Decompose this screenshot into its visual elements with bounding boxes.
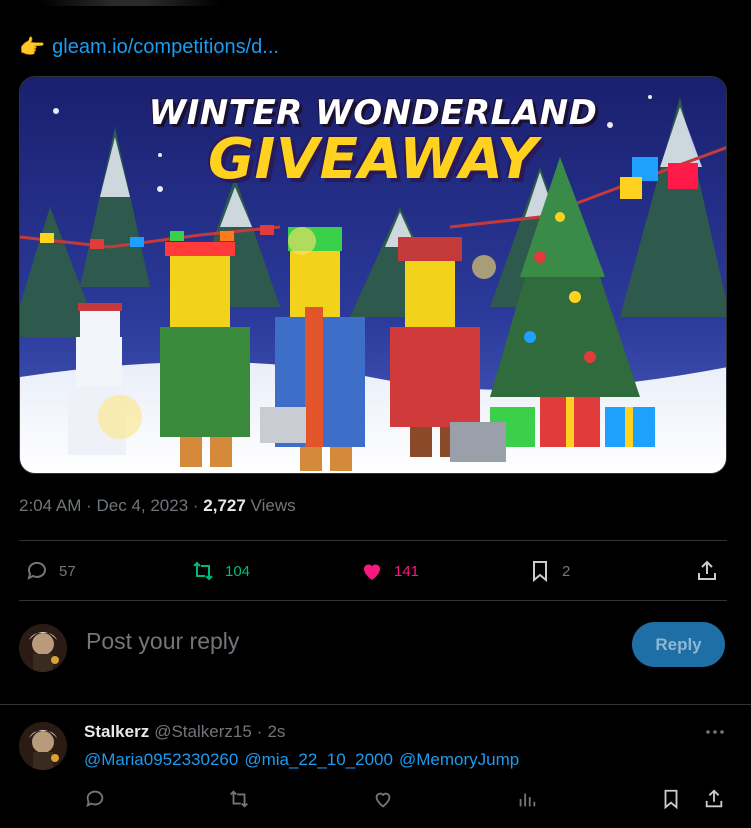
mention-link[interactable]: @mia_22_10_2000 <box>244 750 393 770</box>
pointing-hand-emoji: 👉 <box>19 35 46 59</box>
views-label: Views <box>245 496 296 515</box>
more-icon <box>706 730 724 734</box>
giveaway-title-line2: GIVEAWAY <box>208 127 538 192</box>
like-count: 141 <box>394 562 420 580</box>
reply-input[interactable]: Post your reply <box>86 628 239 655</box>
tweet-meta: 2:04 AM · Dec 4, 2023 · 2,727 Views <box>19 496 296 516</box>
reply-count: 57 <box>59 562 76 580</box>
top-fade <box>40 0 220 6</box>
reply-analytics-button[interactable] <box>516 788 540 812</box>
heart-icon <box>375 792 391 808</box>
repost-button[interactable]: 104 <box>191 552 250 590</box>
reply-author-line: Stalkerz @Stalkerz15 · 2s <box>84 722 285 742</box>
reply-action-bar <box>84 788 729 814</box>
views-count: 2,727 <box>203 496 246 515</box>
reply-author-name[interactable]: Stalkerz <box>84 722 149 742</box>
reply-share-button[interactable] <box>703 788 727 812</box>
more-button[interactable] <box>703 720 727 744</box>
reply-icon <box>27 561 46 580</box>
bookmark-icon <box>664 789 678 810</box>
reply-submit-button[interactable]: Reply <box>632 622 725 667</box>
tweet-date[interactable]: Dec 4, 2023 <box>96 496 188 516</box>
reply-repost-button[interactable] <box>228 788 252 812</box>
reply-icon <box>86 790 104 808</box>
tweet-action-bar: 57 104 141 2 <box>19 552 727 590</box>
meta-separator: · <box>188 496 204 515</box>
tweet-link-line: 👉 gleam.io/competitions/d... <box>19 34 279 60</box>
reply-reply-button[interactable] <box>84 788 108 812</box>
like-button[interactable]: 141 <box>360 552 419 590</box>
tweet-time[interactable]: 2:04 AM <box>19 496 81 516</box>
reply-author-handle[interactable]: @Stalkerz15 <box>154 722 252 742</box>
bookmark-button[interactable]: 2 <box>528 552 570 590</box>
dot-separator: · <box>256 722 263 741</box>
my-avatar[interactable] <box>19 624 67 672</box>
divider <box>0 704 751 705</box>
bookmark-count: 2 <box>562 562 571 580</box>
avatar-image <box>19 722 67 770</box>
repost-count: 104 <box>225 562 251 580</box>
share-icon <box>698 560 716 580</box>
avatar-image <box>19 624 67 672</box>
reply-like-button[interactable] <box>372 788 396 812</box>
reply-author-avatar[interactable] <box>19 722 67 770</box>
divider <box>19 600 727 601</box>
analytics-icon <box>519 793 536 807</box>
meta-separator: · <box>81 496 97 515</box>
reply-bookmark-button[interactable] <box>660 788 684 812</box>
mention-link[interactable]: @MemoryJump <box>399 750 519 770</box>
heart-icon <box>364 564 380 580</box>
tweet-link[interactable]: gleam.io/competitions/d... <box>52 36 279 59</box>
divider <box>19 540 727 541</box>
reply-mentions: @Maria0952330260 @mia_22_10_2000 @Memory… <box>84 750 519 770</box>
repost-icon <box>193 561 213 581</box>
reply-button[interactable]: 57 <box>25 552 76 590</box>
reply-time[interactable]: 2s <box>267 722 285 742</box>
repost-icon <box>230 790 248 808</box>
share-button[interactable] <box>695 552 719 590</box>
tweet-media-image[interactable]: WINTER WONDERLAND GIVEAWAY <box>19 76 727 474</box>
bookmark-icon <box>533 561 547 583</box>
share-icon <box>705 789 723 808</box>
mention-link[interactable]: @Maria0952330260 <box>84 750 238 770</box>
